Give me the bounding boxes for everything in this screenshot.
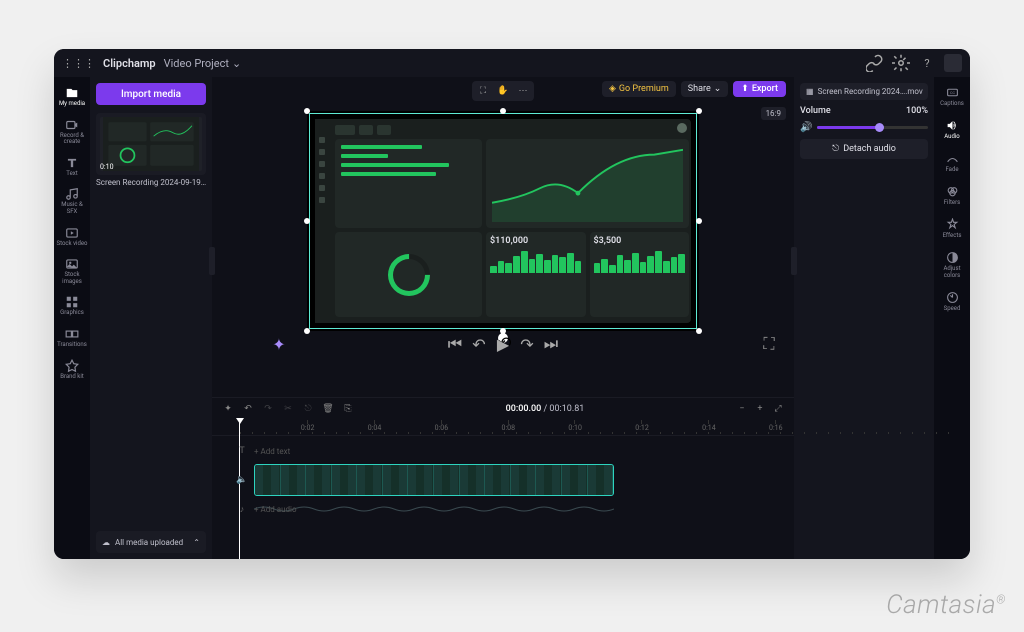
more-icon[interactable]: ⋯ xyxy=(515,84,531,98)
play-icon[interactable]: ▶ xyxy=(496,337,510,351)
time-display: 00:00.00 / 00:10.81 xyxy=(506,404,585,414)
collapse-left-handle[interactable] xyxy=(209,247,215,275)
crop-icon[interactable]: ⛶ xyxy=(475,84,491,98)
media-clip[interactable]: 0:10 Screen Recording 2024-09-19…✓ xyxy=(96,113,206,187)
ai-icon[interactable]: ✦ xyxy=(272,337,286,351)
clip-name-label: Screen Recording 2024-09-19… xyxy=(96,178,206,187)
skip-fwd-icon[interactable]: ⏭ xyxy=(544,337,558,351)
app-window: ⋮⋮⋮ Clipchamp Video Project⌄ ? My media … xyxy=(54,49,970,559)
center-column: ⛶ ✋ ⋯ ◈Go Premium Share⌄ ⬆Export 16:9 xyxy=(212,77,794,559)
audio-track-icon: ♪ xyxy=(236,504,248,515)
detach-icon: ⎋ xyxy=(832,144,839,154)
share-button[interactable]: Share⌄ xyxy=(681,81,728,97)
rewind-icon[interactable]: ↶ xyxy=(472,337,486,351)
proprail-audio[interactable]: Audio xyxy=(936,116,968,143)
selected-clip-name[interactable]: ▦Screen Recording 2024….mov xyxy=(800,83,928,100)
export-button[interactable]: ⬆Export xyxy=(733,81,786,97)
camtasia-watermark: Camtasia® xyxy=(886,590,1006,620)
left-rail: My media Record & create Text Music & SF… xyxy=(54,77,90,559)
zoom-in-icon[interactable]: + xyxy=(754,403,766,415)
redo-icon[interactable]: ↷ xyxy=(262,403,274,415)
chevron-up-icon: ⌃ xyxy=(193,538,200,547)
zoom-fit-icon[interactable]: ⤢ xyxy=(772,403,784,415)
proprail-captions[interactable]: CCCaptions xyxy=(936,83,968,110)
svg-text:CC: CC xyxy=(950,90,955,95)
fullscreen-icon[interactable]: ⛶ xyxy=(762,337,776,351)
undo-icon[interactable]: ↶ xyxy=(242,403,254,415)
volume-label: Volume xyxy=(800,106,831,116)
upload-status[interactable]: ☁ All media uploaded ⌃ xyxy=(96,531,206,553)
stage: ⛶ ✋ ⋯ ◈Go Premium Share⌄ ⬆Export 16:9 xyxy=(212,77,794,397)
delete-icon[interactable]: 🗑 xyxy=(322,403,334,415)
tracks: T + Add text 🔈 ♪ + Add audio xyxy=(212,436,794,559)
link-icon[interactable] xyxy=(866,54,884,72)
text-track-icon: T xyxy=(236,446,248,456)
properties-panel: ▦Screen Recording 2024….mov Volume 100% 🔊… xyxy=(794,77,934,559)
preview-canvas[interactable]: $110,000 $3,500 ⟲ xyxy=(307,111,699,331)
audio-track[interactable]: ♪ + Add audio xyxy=(236,500,794,518)
cloud-check-icon: ☁ xyxy=(102,538,110,547)
speaker-icon[interactable]: 🔊 xyxy=(800,122,812,133)
rail-text[interactable]: Text xyxy=(56,153,88,181)
rail-music[interactable]: Music & SFX xyxy=(56,184,88,218)
project-dropdown[interactable]: Video Project⌄ xyxy=(164,57,242,70)
cut-icon[interactable]: ✂ xyxy=(282,403,294,415)
diamond-icon: ◈ xyxy=(609,84,616,94)
go-premium-button[interactable]: ◈Go Premium xyxy=(602,81,676,97)
proprail-fade[interactable]: Fade xyxy=(936,149,968,176)
titlebar: ⋮⋮⋮ Clipchamp Video Project⌄ ? xyxy=(54,49,970,77)
rail-stock-images[interactable]: Stock images xyxy=(56,254,88,288)
property-rail: CCCaptions Audio Fade Filters Effects Ad… xyxy=(934,77,970,559)
rail-transitions[interactable]: Transitions xyxy=(56,324,88,352)
zoom-out-icon[interactable]: − xyxy=(736,403,748,415)
proprail-filters[interactable]: Filters xyxy=(936,182,968,209)
duplicate-icon[interactable]: ⎘ xyxy=(342,403,354,415)
timeline-toolbar: ✦ ↶ ↷ ✂ ⎋ 🗑 ⎘ 00:00.00 / 00:10.81 − + ⤢ xyxy=(212,398,794,420)
help-icon[interactable]: ? xyxy=(918,54,936,72)
user-avatar[interactable] xyxy=(944,54,962,72)
brand-label: Clipchamp xyxy=(103,57,156,70)
detach-audio-button[interactable]: ⎋Detach audio xyxy=(800,139,928,159)
volume-slider[interactable] xyxy=(817,126,928,129)
rail-my-media[interactable]: My media xyxy=(56,83,88,111)
text-track[interactable]: T + Add text xyxy=(236,442,794,460)
video-track[interactable]: 🔈 xyxy=(236,464,794,496)
aspect-ratio-badge[interactable]: 16:9 xyxy=(761,107,786,120)
playback-controls: ✦ ⏮ ↶ ▶ ↷ ⏭ ⛶ xyxy=(212,331,794,357)
timeline-ruler[interactable]: 0:020:040:060:080:100:120:140:16 xyxy=(212,420,794,436)
skip-back-icon[interactable]: ⏮ xyxy=(448,337,462,351)
video-track-icon: 🔈 xyxy=(236,475,248,485)
video-clip[interactable] xyxy=(254,464,614,496)
rail-stock-video[interactable]: Stock video xyxy=(56,223,88,251)
import-media-button[interactable]: Import media xyxy=(96,83,206,105)
chevron-down-icon: ⌄ xyxy=(714,84,722,94)
volume-slider-row: 🔊 xyxy=(800,122,928,133)
media-panel: Import media 0:10 Screen Recording 2024-… xyxy=(90,77,212,559)
forward-icon[interactable]: ↷ xyxy=(520,337,534,351)
clip-duration: 0:10 xyxy=(100,163,114,171)
proprail-speed[interactable]: Speed xyxy=(936,288,968,315)
apps-menu-icon[interactable]: ⋮⋮⋮ xyxy=(62,57,95,70)
volume-value: 100% xyxy=(906,106,928,116)
caption-icon[interactable]: ✦ xyxy=(222,403,234,415)
playhead[interactable] xyxy=(236,418,244,424)
rail-brand-kit[interactable]: Brand kit xyxy=(56,356,88,384)
collapse-right-handle[interactable] xyxy=(791,247,797,275)
hand-icon[interactable]: ✋ xyxy=(495,84,511,98)
settings-icon[interactable] xyxy=(892,54,910,72)
film-icon: ▦ xyxy=(806,87,814,96)
split-icon[interactable]: ⎋ xyxy=(302,403,314,415)
upload-icon: ⬆ xyxy=(741,84,749,94)
proprail-effects[interactable]: Effects xyxy=(936,215,968,242)
stage-toolbar: ⛶ ✋ ⋯ xyxy=(472,81,534,101)
chevron-down-icon: ⌄ xyxy=(232,57,241,70)
rail-record[interactable]: Record & create xyxy=(56,115,88,149)
proprail-adjust-colors[interactable]: Adjust colors xyxy=(936,248,968,282)
rail-graphics[interactable]: Graphics xyxy=(56,292,88,320)
timeline: ✦ ↶ ↷ ✂ ⎋ 🗑 ⎘ 00:00.00 / 00:10.81 − + ⤢ xyxy=(212,397,794,559)
